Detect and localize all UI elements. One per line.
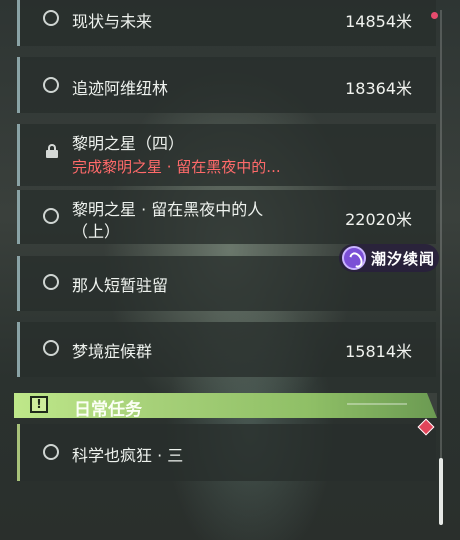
- radio-icon: [43, 274, 59, 290]
- lock-icon: [46, 144, 58, 158]
- daily-quests-header[interactable]: ! 日常任务: [14, 393, 437, 420]
- header-decoration: [347, 403, 407, 405]
- quest-name-line1: 黎明之星 · 留在黑夜中的人: [72, 200, 264, 219]
- notification-dot: [431, 12, 438, 19]
- watermark-logo: 潮汐续闻: [339, 244, 439, 272]
- quest-name: 科学也疯狂 · 三: [72, 446, 184, 465]
- radio-icon: [43, 10, 59, 26]
- quest-distance: 18364米: [345, 79, 412, 98]
- quest-item[interactable]: 追迹阿维纽林 18364米: [17, 57, 436, 113]
- quest-name: 梦境症候群: [72, 342, 153, 361]
- tide-logo-icon: [342, 246, 366, 270]
- quest-distance: 22020米: [345, 210, 412, 229]
- quest-distance: 15814米: [345, 342, 412, 361]
- radio-icon: [43, 77, 59, 93]
- quest-item-locked[interactable]: 黎明之星（四） 完成黎明之星 · 留在黑夜中的...: [17, 124, 436, 186]
- quest-name: 那人短暂驻留: [72, 276, 169, 295]
- quest-distance: 14854米: [345, 12, 412, 31]
- scrollbar-thumb[interactable]: [439, 458, 443, 525]
- quest-name-line2: （上）: [72, 222, 121, 241]
- quest-item[interactable]: 黎明之星 · 留在黑夜中的人 （上） 22020米: [17, 190, 436, 244]
- quest-name: 追迹阿维纽林: [72, 79, 169, 98]
- exclamation-icon: !: [30, 396, 48, 413]
- radio-icon: [43, 444, 59, 460]
- watermark-text: 潮汐续闻: [371, 250, 436, 268]
- radio-icon: [43, 208, 59, 224]
- daily-quest-item[interactable]: 科学也疯狂 · 三: [17, 424, 436, 481]
- quest-name: 现状与未来: [72, 12, 153, 31]
- quest-unlock-requirement: 完成黎明之星 · 留在黑夜中的...: [72, 158, 281, 176]
- radio-icon: [43, 340, 59, 356]
- section-title: 日常任务: [74, 400, 142, 420]
- quest-item[interactable]: 梦境症候群 15814米: [17, 322, 436, 377]
- header-corner-cut: [427, 393, 437, 418]
- quest-item[interactable]: 现状与未来 14854米: [17, 0, 436, 46]
- scrollbar-track[interactable]: [440, 10, 442, 525]
- quest-name: 黎明之星（四）: [72, 134, 185, 153]
